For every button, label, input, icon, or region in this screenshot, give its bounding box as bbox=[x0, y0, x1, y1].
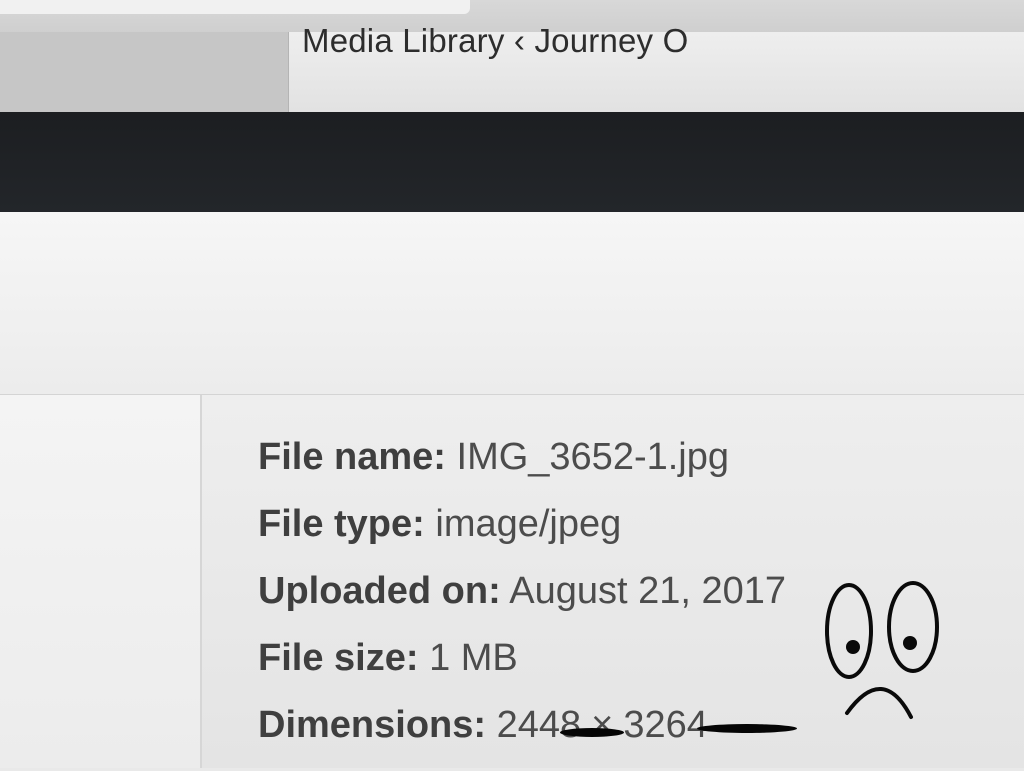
browser-tab-inactive[interactable] bbox=[0, 32, 289, 112]
dimensions-times: × bbox=[591, 704, 614, 746]
browser-tab-title: Media Library ‹ Journey O bbox=[302, 22, 689, 59]
file-name-value: IMG_3652-1.jpg bbox=[456, 436, 730, 478]
file-name-row: File name: IMG_3652-1.jpg bbox=[258, 436, 786, 503]
dimensions-label: Dimensions: bbox=[258, 704, 487, 746]
frown-mouth bbox=[845, 687, 913, 719]
width-underline-mark bbox=[560, 728, 624, 737]
previous-tab-edge[interactable] bbox=[0, 0, 470, 14]
page-header-area bbox=[0, 212, 1024, 395]
left-eye-outline bbox=[825, 583, 873, 679]
file-size-row: File size: 1 MB bbox=[258, 637, 786, 704]
uploaded-on-row: Uploaded on: August 21, 2017 bbox=[258, 570, 786, 637]
left-pupil bbox=[846, 640, 860, 654]
file-size-label: File size: bbox=[258, 637, 419, 679]
file-name-label: File name: bbox=[258, 436, 446, 478]
dimensions-row: Dimensions: 2448 × 3264 bbox=[258, 704, 786, 771]
height-underline-mark bbox=[697, 724, 797, 733]
file-type-value: image/jpeg bbox=[435, 503, 622, 545]
uploaded-on-value: August 21, 2017 bbox=[509, 570, 787, 612]
dimensions-width: 2448 bbox=[496, 704, 582, 746]
sad-face-doodle-icon bbox=[825, 581, 939, 719]
attachment-details: File name: IMG_3652-1.jpg File type: ima… bbox=[258, 436, 786, 771]
file-size-value: 1 MB bbox=[429, 637, 518, 679]
right-eye-outline bbox=[887, 581, 939, 673]
file-type-row: File type: image/jpeg bbox=[258, 503, 786, 570]
right-pupil bbox=[903, 636, 917, 650]
attachment-preview-panel bbox=[0, 395, 202, 768]
dimensions-height: 3264 bbox=[623, 704, 708, 746]
uploaded-on-label: Uploaded on: bbox=[258, 570, 501, 612]
file-type-label: File type: bbox=[258, 503, 425, 545]
admin-bar bbox=[0, 112, 1024, 212]
